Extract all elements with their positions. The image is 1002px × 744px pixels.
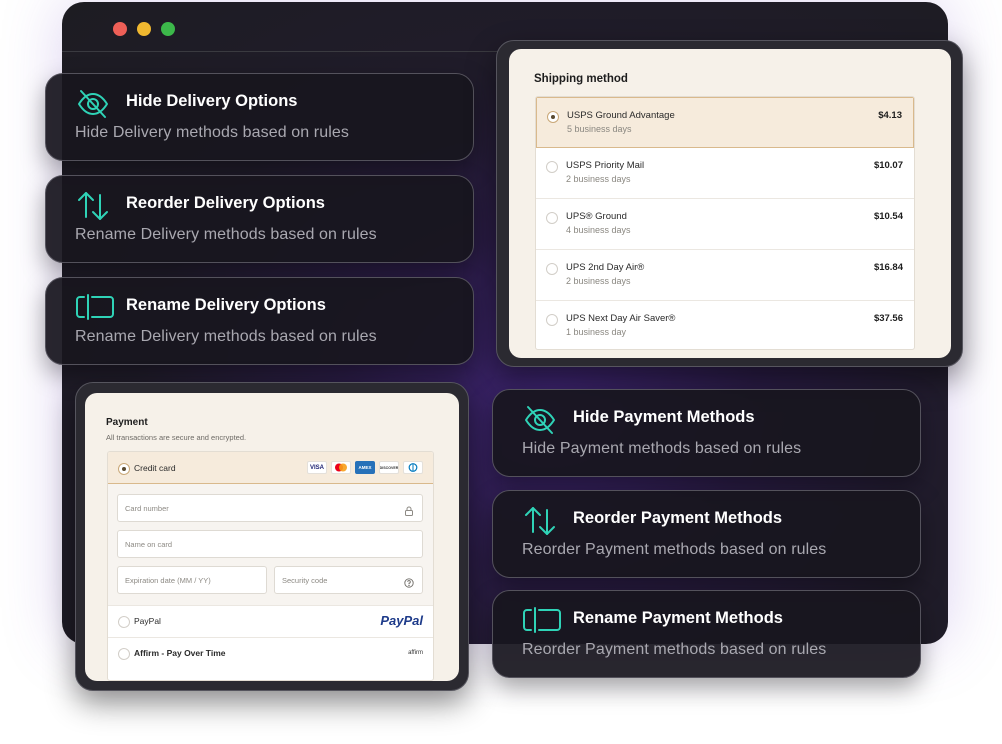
shipping-option-price: $16.84 [873, 262, 903, 273]
card-number-field[interactable]: Card number [117, 494, 423, 522]
feature-hide-payment[interactable]: Hide Payment Methods Hide Payment method… [492, 389, 921, 477]
amex-logo: AMEX [355, 461, 375, 474]
shipping-option-price: $37.56 [873, 313, 903, 324]
credit-card-label: Credit card [134, 463, 176, 473]
radio[interactable] [118, 648, 130, 660]
shipping-method-title: Shipping method [534, 73, 628, 85]
paypal-logo: PayPal [380, 613, 423, 628]
expiration-date-field[interactable]: Expiration date (MM / YY) [117, 566, 267, 594]
feature-rename-payment[interactable]: Rename Payment Methods Reorder Payment m… [492, 590, 921, 678]
radio-selected[interactable] [118, 463, 130, 475]
radio-selected[interactable] [547, 111, 559, 123]
affirm-option[interactable]: Affirm - Pay Over Time affirm [108, 638, 433, 670]
feature-title: Hide Delivery Options [126, 92, 298, 110]
eye-off-icon [76, 88, 110, 120]
feature-rename-delivery[interactable]: Rename Delivery Options Rename Delivery … [45, 277, 474, 365]
security-code-field[interactable]: Security code [274, 566, 423, 594]
feature-title: Reorder Payment Methods [573, 509, 783, 527]
feature-reorder-payment[interactable]: Reorder Payment Methods Reorder Payment … [492, 490, 921, 578]
shipping-option-name: UPS® Ground [566, 211, 627, 222]
name-on-card-placeholder: Name on card [125, 540, 173, 549]
diners-logo [403, 461, 423, 474]
paypal-option[interactable]: PayPal PayPal [108, 606, 433, 638]
radio[interactable] [546, 314, 558, 326]
eye-off-icon [523, 404, 557, 436]
payment-title: Payment [106, 417, 148, 428]
credit-card-form: Card number Name on card Expiration date… [108, 484, 433, 606]
shipping-option-name: USPS Priority Mail [566, 160, 645, 171]
shipping-option-price: $10.54 [873, 211, 903, 222]
feature-description: Rename Delivery methods based on rules [75, 226, 377, 243]
credit-card-option[interactable]: Credit card VISA AMEX DISCOVER [108, 452, 433, 484]
shipping-method-card: Shipping method USPS Ground Advantage 5 … [509, 49, 951, 358]
feature-title: Reorder Delivery Options [126, 194, 325, 212]
feature-description: Reorder Payment methods based on rules [522, 541, 827, 558]
rename-field-icon [523, 607, 561, 639]
close-window-button[interactable] [113, 22, 127, 36]
radio[interactable] [546, 212, 558, 224]
shipping-option-name: UPS 2nd Day Air® [566, 262, 645, 273]
shipping-options-list: USPS Ground Advantage 5 business days $4… [535, 96, 915, 350]
feature-description: Hide Payment methods based on rules [522, 440, 802, 457]
shipping-option-days: 1 business day [566, 327, 627, 337]
feature-reorder-delivery[interactable]: Reorder Delivery Options Rename Delivery… [45, 175, 474, 263]
paypal-label: PayPal [134, 616, 161, 626]
feature-title: Rename Payment Methods [573, 609, 783, 627]
shipping-option-days: 2 business days [566, 276, 631, 286]
affirm-logo: affirm [408, 650, 423, 656]
lock-icon [404, 503, 414, 516]
payment-options: Credit card VISA AMEX DISCOVER Card numb… [107, 451, 434, 681]
feature-title: Hide Payment Methods [573, 408, 755, 426]
rename-field-icon [76, 294, 114, 326]
name-on-card-field[interactable]: Name on card [117, 530, 423, 558]
security-code-placeholder: Security code [282, 576, 328, 585]
shipping-option[interactable]: UPS 2nd Day Air® 2 business days $16.84 [536, 250, 914, 301]
sort-arrows-icon [76, 190, 110, 222]
expiration-date-placeholder: Expiration date (MM / YY) [125, 576, 211, 585]
feature-title: Rename Delivery Options [126, 296, 326, 314]
card-number-placeholder: Card number [125, 504, 169, 513]
feature-description: Reorder Payment methods based on rules [522, 641, 827, 658]
shipping-option-price: $4.13 [878, 110, 902, 121]
mastercard-logo [331, 461, 351, 474]
paypal-logo-text: PayPal [380, 613, 423, 628]
feature-hide-delivery[interactable]: Hide Delivery Options Hide Delivery meth… [45, 73, 474, 161]
shipping-option-days: 5 business days [567, 124, 632, 134]
discover-logo: DISCOVER [379, 461, 399, 474]
shipping-option-name: UPS Next Day Air Saver® [566, 313, 676, 324]
radio[interactable] [118, 616, 130, 628]
card-brand-logos: VISA AMEX DISCOVER [307, 461, 423, 474]
shipping-option[interactable]: USPS Priority Mail 2 business days $10.0… [536, 148, 914, 199]
affirm-label: Affirm - Pay Over Time [134, 648, 226, 658]
sort-arrows-icon [523, 505, 557, 537]
radio[interactable] [546, 263, 558, 275]
feature-description: Rename Delivery methods based on rules [75, 328, 377, 345]
shipping-option[interactable]: USPS Ground Advantage 5 business days $4… [536, 97, 914, 148]
maximize-window-button[interactable] [161, 22, 175, 36]
shipping-option-days: 4 business days [566, 225, 631, 235]
radio[interactable] [546, 161, 558, 173]
help-icon[interactable] [404, 575, 414, 588]
shipping-option-price: $10.07 [873, 160, 903, 171]
shipping-option-name: USPS Ground Advantage [567, 110, 675, 121]
shipping-option[interactable]: UPS Next Day Air Saver® 1 business day $… [536, 301, 914, 349]
shipping-option-days: 2 business days [566, 174, 631, 184]
visa-logo: VISA [307, 461, 327, 474]
payment-card: Payment All transactions are secure and … [85, 393, 459, 681]
shipping-option[interactable]: UPS® Ground 4 business days $10.54 [536, 199, 914, 250]
feature-description: Hide Delivery methods based on rules [75, 124, 349, 141]
minimize-window-button[interactable] [137, 22, 151, 36]
payment-subtitle: All transactions are secure and encrypte… [106, 433, 247, 442]
